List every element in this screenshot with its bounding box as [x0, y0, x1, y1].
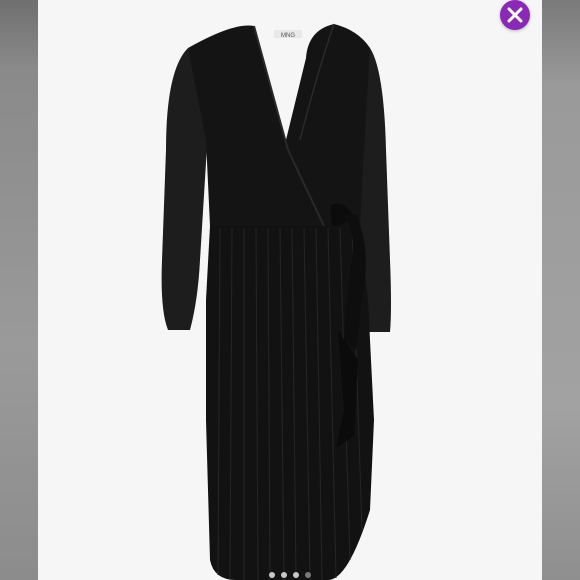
dress-illustration: MNG — [161, 23, 391, 580]
brand-label: MNG — [281, 33, 295, 39]
carousel-dot-4[interactable] — [305, 572, 311, 578]
carousel-dot-2[interactable] — [281, 572, 287, 578]
background-right-strip — [542, 0, 580, 580]
product-photo: MNG — [38, 0, 542, 580]
close-icon — [507, 7, 523, 23]
carousel-dot-3[interactable] — [293, 572, 299, 578]
close-button[interactable] — [500, 0, 530, 30]
carousel-dots — [38, 572, 542, 578]
product-image-viewer: MNG — [0, 0, 580, 580]
background-left-strip — [0, 0, 38, 580]
carousel-dot-1[interactable] — [269, 572, 275, 578]
dress-bodice — [188, 24, 370, 226]
